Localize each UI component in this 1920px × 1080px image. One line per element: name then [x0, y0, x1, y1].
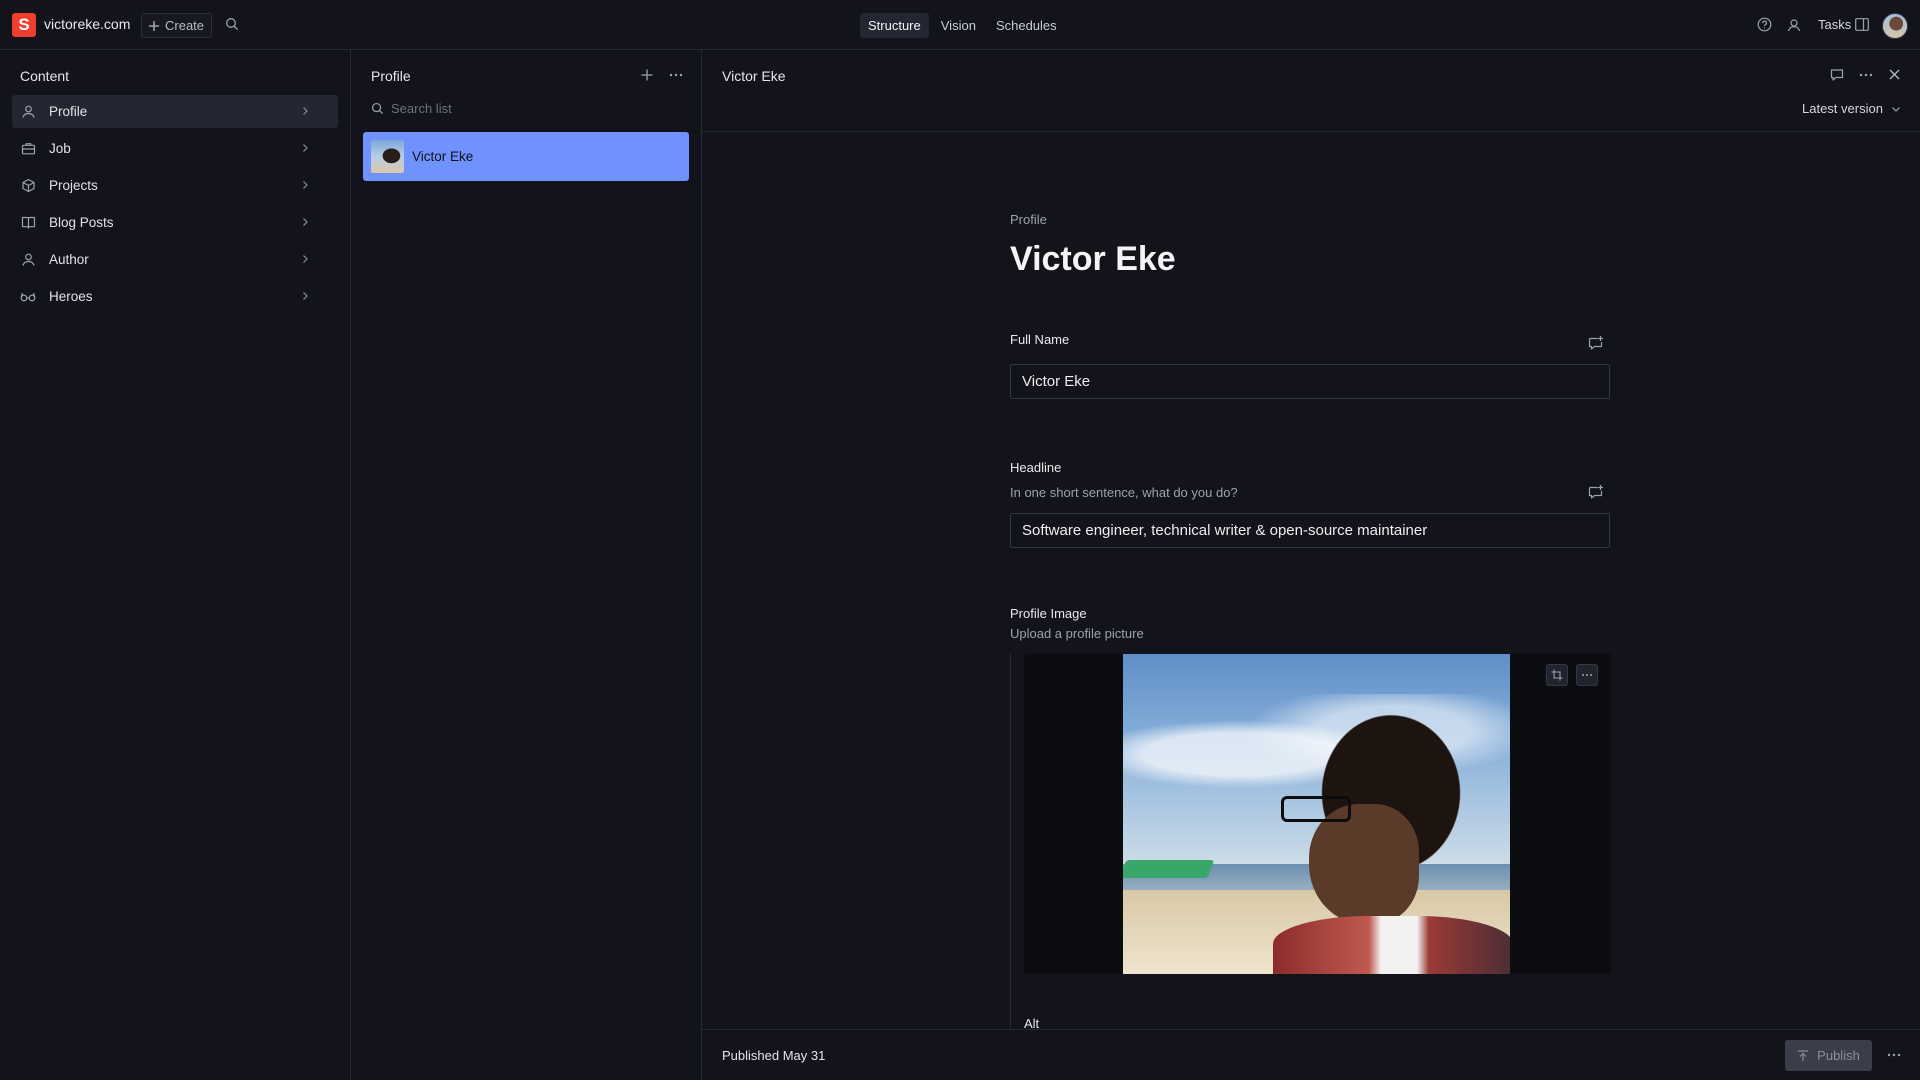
- full-name-label: Full Name: [1010, 332, 1070, 347]
- document-editor-pane: Victor Eke Latest version Profile Victor…: [702, 50, 1920, 1080]
- sidebar-item-job[interactable]: Job: [12, 132, 338, 165]
- crop-icon: [1551, 669, 1563, 681]
- comment-icon[interactable]: [1830, 68, 1844, 82]
- document-header-title: Victor Eke: [722, 68, 786, 84]
- sidebar-item-projects[interactable]: Projects: [12, 169, 338, 202]
- chevron-right-icon: [297, 143, 313, 153]
- chevron-down-icon: [1891, 105, 1901, 113]
- version-label: Latest version: [1802, 101, 1883, 116]
- user-icon: [20, 104, 36, 119]
- top-bar: S victoreke.com Create Structure Vision …: [0, 0, 1920, 50]
- sidebar-item-label: Projects: [49, 178, 98, 193]
- full-name-field[interactable]: [1010, 364, 1610, 399]
- chevron-right-icon: [297, 254, 313, 264]
- headline-label: Headline: [1010, 460, 1062, 475]
- sidebar-item-label: Blog Posts: [49, 215, 114, 230]
- workspace-tabs: Structure Vision Schedules: [860, 13, 1065, 38]
- profile-image-label: Profile Image: [1010, 606, 1087, 621]
- profile-image-field: Alt: [1010, 654, 1611, 1080]
- create-button-label: Create: [165, 18, 205, 33]
- sidebar-title: Content: [20, 68, 70, 84]
- sidebar-item-blog-posts[interactable]: Blog Posts: [12, 206, 338, 239]
- profile-photo: [1123, 654, 1510, 974]
- image-options-button[interactable]: [1576, 664, 1598, 686]
- glasses-icon: [20, 289, 36, 304]
- tab-vision[interactable]: Vision: [933, 13, 984, 38]
- more-icon: [1581, 673, 1593, 677]
- sidebar-item-label: Heroes: [49, 289, 93, 304]
- headline-description: In one short sentence, what do you do?: [1010, 485, 1238, 500]
- sanity-logo[interactable]: S: [12, 13, 36, 37]
- document-thumbnail: [371, 140, 404, 173]
- add-comment-icon[interactable]: [1588, 484, 1604, 500]
- list-item[interactable]: Victor Eke: [363, 132, 689, 181]
- briefcase-icon: [20, 141, 36, 156]
- help-icon[interactable]: [1757, 17, 1772, 32]
- book-icon: [20, 215, 36, 230]
- presence-icon[interactable]: [1786, 17, 1802, 33]
- search-list-input[interactable]: [391, 96, 671, 120]
- sidebar-item-profile[interactable]: Profile: [12, 95, 338, 128]
- tab-structure[interactable]: Structure: [860, 13, 929, 38]
- more-icon[interactable]: [1886, 1048, 1902, 1062]
- user-icon: [20, 252, 36, 267]
- create-button[interactable]: Create: [141, 13, 212, 38]
- sidebar-item-label: Author: [49, 252, 89, 267]
- chevron-right-icon: [297, 217, 313, 227]
- content-sidebar: Content Profile Job Projects Blog Posts …: [0, 50, 351, 1080]
- sidebar-item-label: Profile: [49, 104, 88, 119]
- plus-icon: [148, 20, 160, 32]
- publish-button-label: Publish: [1817, 1048, 1860, 1063]
- chevron-right-icon: [297, 106, 313, 116]
- plus-icon[interactable]: [640, 68, 654, 82]
- user-avatar[interactable]: [1882, 13, 1908, 39]
- document-type-label: Profile: [1010, 212, 1047, 227]
- tab-schedules[interactable]: Schedules: [988, 13, 1065, 38]
- search-icon: [371, 102, 384, 115]
- sidebar-panel-icon[interactable]: [1855, 18, 1869, 31]
- document-title: Victor Eke: [1010, 240, 1176, 278]
- sidebar-item-label: Job: [49, 141, 71, 156]
- document-header: Victor Eke Latest version: [702, 50, 1920, 132]
- publish-icon: [1797, 1049, 1809, 1062]
- sidebar-item-author[interactable]: Author: [12, 243, 338, 276]
- chevron-right-icon: [297, 291, 313, 301]
- site-name[interactable]: victoreke.com: [44, 16, 130, 32]
- search-icon[interactable]: [225, 17, 239, 31]
- profile-image-description: Upload a profile picture: [1010, 626, 1144, 641]
- tasks-button[interactable]: Tasks: [1818, 17, 1851, 32]
- publish-button[interactable]: Publish: [1785, 1040, 1872, 1071]
- publish-status: Published May 31: [722, 1048, 826, 1063]
- close-icon[interactable]: [1888, 68, 1901, 81]
- document-list-pane: Profile Victor Eke: [351, 50, 702, 1080]
- version-select[interactable]: Latest version: [1802, 101, 1901, 116]
- add-comment-icon[interactable]: [1588, 335, 1604, 351]
- list-item-title: Victor Eke: [412, 149, 474, 164]
- more-icon[interactable]: [1858, 68, 1874, 82]
- package-icon: [20, 178, 36, 193]
- image-preview[interactable]: [1024, 654, 1611, 974]
- content-type-list: Profile Job Projects Blog Posts Author H…: [12, 95, 338, 317]
- chevron-right-icon: [297, 180, 313, 190]
- list-pane-title: Profile: [371, 68, 411, 84]
- crop-button[interactable]: [1546, 664, 1568, 686]
- sidebar-item-heroes[interactable]: Heroes: [12, 280, 338, 313]
- more-icon[interactable]: [668, 68, 684, 82]
- headline-field[interactable]: [1010, 513, 1610, 548]
- document-footer: Published May 31 Publish: [702, 1029, 1920, 1080]
